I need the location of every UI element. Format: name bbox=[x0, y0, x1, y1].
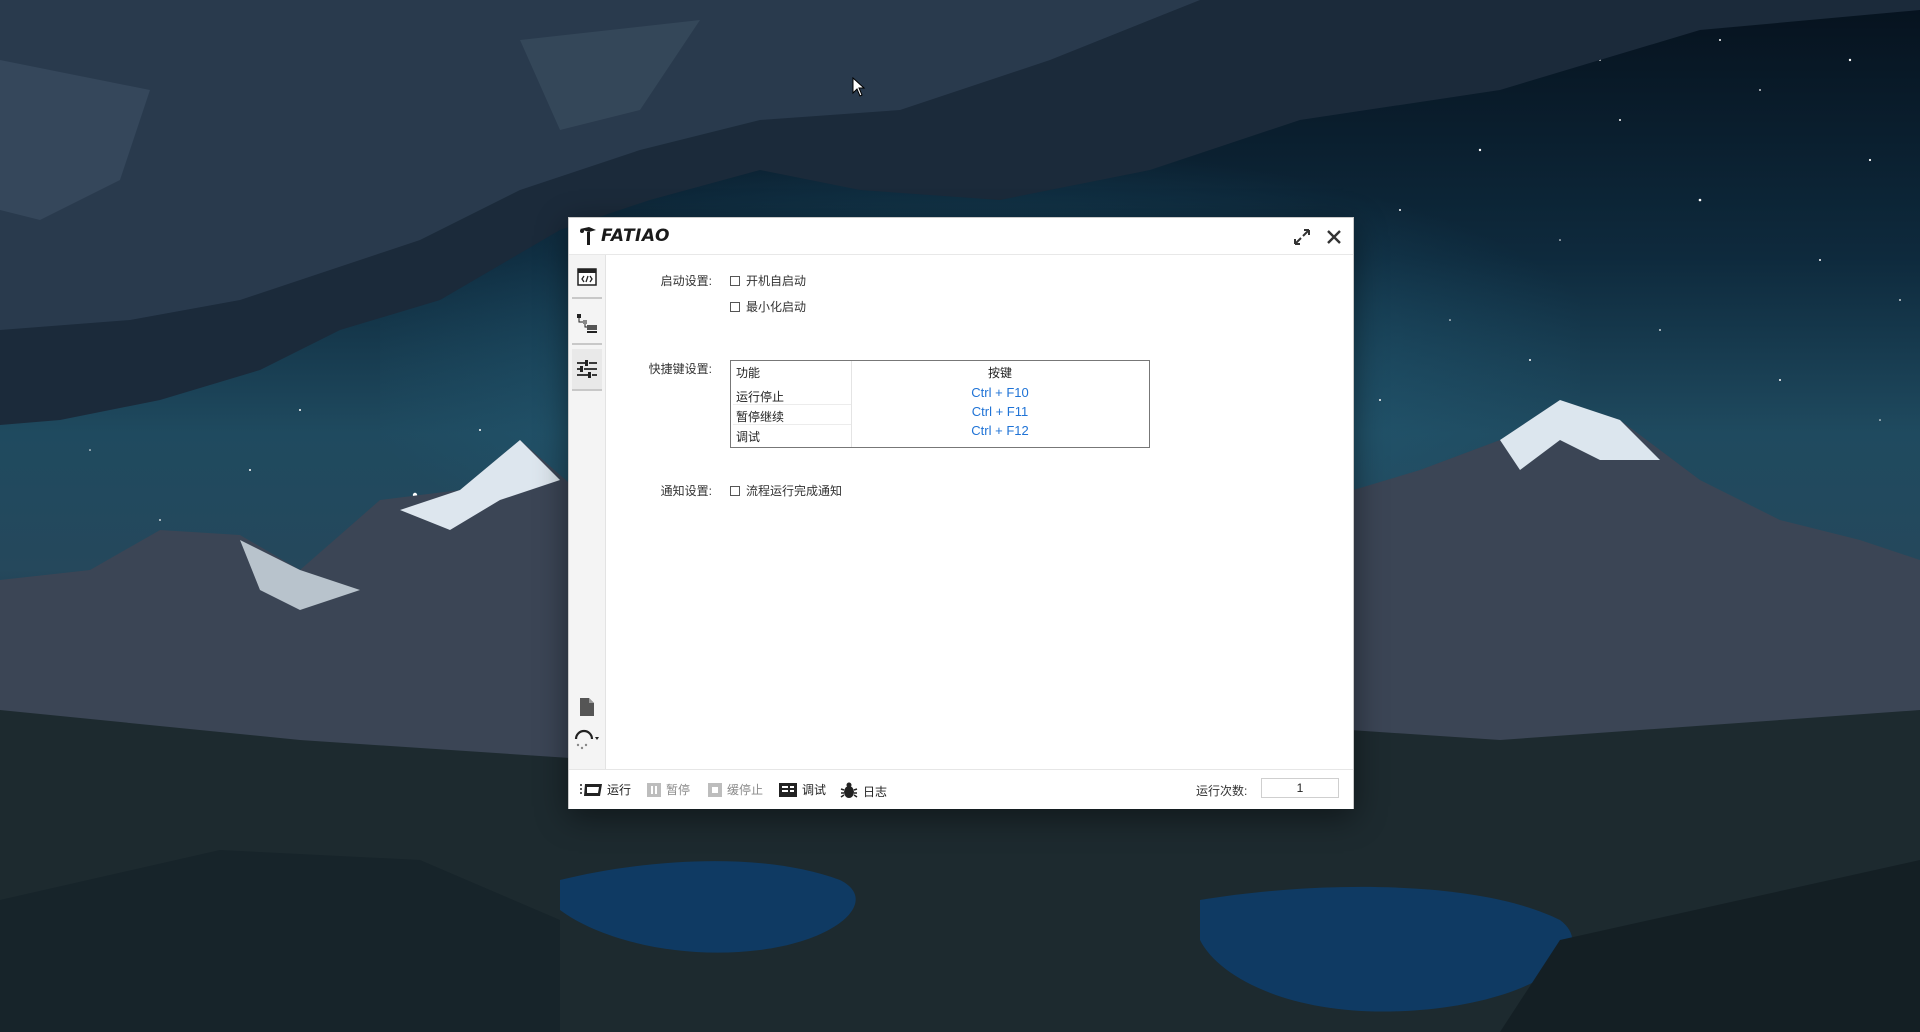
row-divider bbox=[733, 424, 851, 425]
run-label: 运行 bbox=[607, 783, 632, 797]
checkbox-box[interactable] bbox=[730, 301, 740, 312]
file-icon bbox=[580, 698, 594, 716]
pause-button[interactable]: 暂停 bbox=[646, 781, 690, 798]
mouse-cursor bbox=[852, 77, 866, 97]
sidebar-file-button[interactable] bbox=[572, 692, 602, 722]
debug-button[interactable]: 调试 bbox=[778, 781, 826, 798]
sidebar-item-settings[interactable] bbox=[572, 349, 602, 391]
app-window: FATIAO 启动设置: 开机自启动 最小化启动 快捷键设置: 功能 按键 运行… bbox=[568, 217, 1354, 809]
table-row-key[interactable]: Ctrl + F10 bbox=[851, 385, 1149, 400]
debug-icon bbox=[778, 782, 798, 798]
row-divider bbox=[733, 404, 851, 405]
settings-panel: 启动设置: 开机自启动 最小化启动 快捷键设置: 功能 按键 运行停止 Ctrl… bbox=[606, 255, 1352, 769]
slow-stop-label: 缓停止 bbox=[727, 783, 764, 797]
stop-icon bbox=[707, 782, 723, 798]
run-count-input[interactable] bbox=[1261, 778, 1339, 798]
flow-icon bbox=[577, 314, 597, 333]
checkbox-label: 流程运行完成通知 bbox=[746, 484, 843, 498]
app-name: FATIAO bbox=[601, 226, 670, 246]
column-header-key: 按键 bbox=[987, 366, 1012, 380]
notify-settings-label: 通知设置: bbox=[660, 484, 712, 498]
table-row-function: 运行停止 bbox=[736, 390, 785, 404]
sliders-icon bbox=[577, 360, 597, 378]
close-button[interactable] bbox=[1324, 227, 1344, 247]
table-row-key[interactable]: Ctrl + F12 bbox=[851, 423, 1149, 438]
log-label: 日志 bbox=[863, 784, 888, 799]
table-row-function: 暂停继续 bbox=[736, 410, 785, 424]
sidebar-item-flow[interactable] bbox=[572, 303, 602, 345]
sidebar-theme-button[interactable] bbox=[572, 725, 602, 755]
run-icon bbox=[579, 782, 603, 798]
checkbox-label: 最小化启动 bbox=[746, 300, 807, 314]
title-bar[interactable]: FATIAO bbox=[569, 218, 1353, 255]
column-header-function: 功能 bbox=[736, 366, 761, 380]
code-icon bbox=[577, 268, 597, 286]
bug-icon bbox=[839, 781, 859, 801]
startup-settings-label: 启动设置: bbox=[660, 274, 712, 288]
run-count-label: 运行次数: bbox=[1196, 784, 1248, 798]
pause-label: 暂停 bbox=[666, 783, 691, 797]
checkbox-box[interactable] bbox=[730, 275, 740, 286]
autostart-checkbox[interactable]: 开机自启动 bbox=[730, 272, 806, 289]
footer-toolbar: 运行 暂停 缓停止 调试 日志 运行次数: 1 bbox=[569, 769, 1353, 809]
debug-label: 调试 bbox=[802, 783, 827, 797]
log-button[interactable]: 日志 bbox=[839, 781, 887, 801]
table-row-key[interactable]: Ctrl + F11 bbox=[851, 404, 1149, 419]
close-icon bbox=[1327, 230, 1341, 244]
slow-stop-button[interactable]: 缓停止 bbox=[707, 781, 763, 798]
checkbox-box[interactable] bbox=[730, 485, 740, 496]
checkbox-label: 开机自启动 bbox=[746, 274, 807, 288]
sidebar-item-code[interactable] bbox=[572, 257, 602, 299]
pause-icon bbox=[646, 782, 662, 798]
sidebar bbox=[569, 255, 606, 769]
run-button[interactable]: 运行 bbox=[579, 781, 631, 798]
restore-button[interactable] bbox=[1292, 227, 1312, 247]
hotkey-table: 功能 按键 运行停止 Ctrl + F10 暂停继续 Ctrl + F11 调试… bbox=[730, 360, 1150, 448]
run-complete-notify-checkbox[interactable]: 流程运行完成通知 bbox=[730, 482, 842, 499]
table-row-function: 调试 bbox=[736, 430, 761, 444]
theme-icon bbox=[574, 729, 599, 750]
restore-icon bbox=[1294, 229, 1310, 245]
logo-icon bbox=[580, 227, 596, 245]
hotkey-settings-label: 快捷键设置: bbox=[648, 362, 712, 376]
minimized-start-checkbox[interactable]: 最小化启动 bbox=[730, 298, 806, 315]
app-logo: FATIAO bbox=[577, 224, 670, 248]
